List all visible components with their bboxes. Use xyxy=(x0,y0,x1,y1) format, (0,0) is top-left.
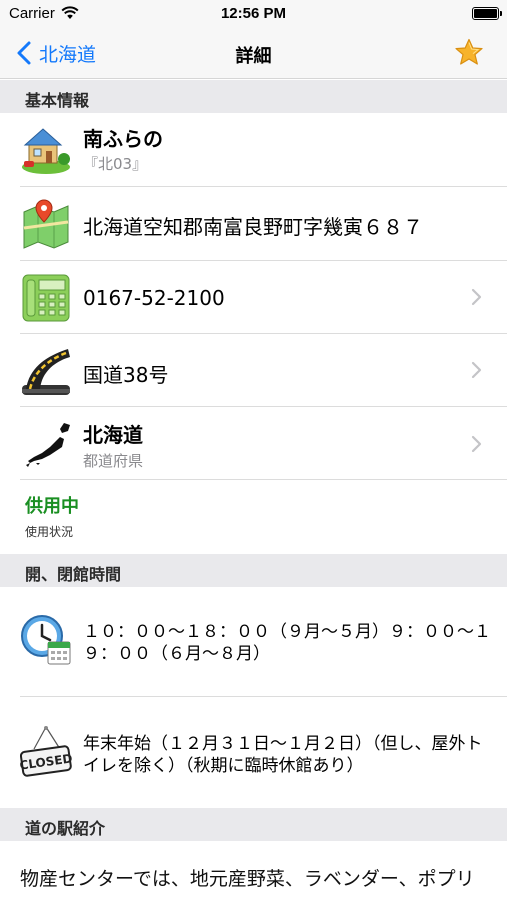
section-header-hours: 開、閉館時間 xyxy=(0,554,507,587)
map-pin-icon xyxy=(23,199,69,249)
phone-row[interactable]: 0167-52-2100 xyxy=(0,261,507,334)
section-header-basic-info: 基本情報 xyxy=(0,80,507,113)
japan-map-icon xyxy=(26,423,70,467)
usage-status: 供用中 xyxy=(25,496,79,517)
battery-icon xyxy=(472,7,502,20)
status-bar: Carrier 12:56 PM xyxy=(0,0,507,28)
prefecture-caption: 都道府県 xyxy=(83,452,144,470)
prefecture-name: 北海道 xyxy=(83,423,143,447)
address-row[interactable]: 北海道空知郡南富良野町字幾寅６８７ xyxy=(0,187,507,261)
station-name-row: 南ふらの 『北03』 xyxy=(0,113,507,187)
station-code: 『北03』 xyxy=(83,155,148,173)
chevron-right-icon xyxy=(471,288,482,306)
closed-sign-icon: CLOSED xyxy=(20,726,72,777)
chevron-right-icon xyxy=(471,435,482,453)
clock-label: 12:56 PM xyxy=(220,5,287,22)
road-icon xyxy=(22,349,70,395)
closed-days-text: 年末年始（１２月３１日〜１月２日）（但し、屋外トイレを除く）（秋期に臨時休館あり… xyxy=(83,734,483,776)
clock-calendar-icon xyxy=(21,615,71,665)
opening-hours-row: １０：００〜１８：００（９月〜５月）９：００〜１９：００（６月〜８月） xyxy=(0,587,507,697)
opening-hours-text: １０：００〜１８：００（９月〜５月）９：００〜１９：００（６月〜８月） xyxy=(83,622,491,664)
usage-status-row: 供用中 使用状況 xyxy=(0,480,507,553)
route-name: 国道38号 xyxy=(83,363,169,387)
page-title: 詳細 xyxy=(235,46,272,67)
chevron-right-icon xyxy=(471,361,482,379)
station-name: 南ふらの xyxy=(83,127,163,151)
route-row[interactable]: 国道38号 xyxy=(0,334,507,407)
phone-number: 0167-52-2100 xyxy=(83,286,225,310)
section-title-hours: 開、閉館時間 xyxy=(25,565,122,584)
house-icon xyxy=(22,128,70,174)
phone-icon xyxy=(22,274,70,322)
prefecture-row[interactable]: 北海道 都道府県 xyxy=(0,407,507,480)
section-title-intro: 道の駅紹介 xyxy=(25,819,106,838)
section-header-intro: 道の駅紹介 xyxy=(0,808,507,841)
station-intro-text: 物産センターでは、地元産野菜、ラベンダー、ポプリ等を販売しています。そのほか、ゆ… xyxy=(20,868,475,890)
closed-days-row: CLOSED 年末年始（１２月３１日〜１月２日）（但し、屋外トイレを除く）（秋期… xyxy=(0,697,507,807)
star-icon[interactable] xyxy=(454,38,484,66)
address-text: 北海道空知郡南富良野町字幾寅６８７ xyxy=(83,215,423,239)
navigation-bar: 北海道 詳細 xyxy=(0,28,507,79)
section-title-basic-info: 基本情報 xyxy=(25,91,90,110)
usage-status-caption: 使用状況 xyxy=(25,525,74,539)
